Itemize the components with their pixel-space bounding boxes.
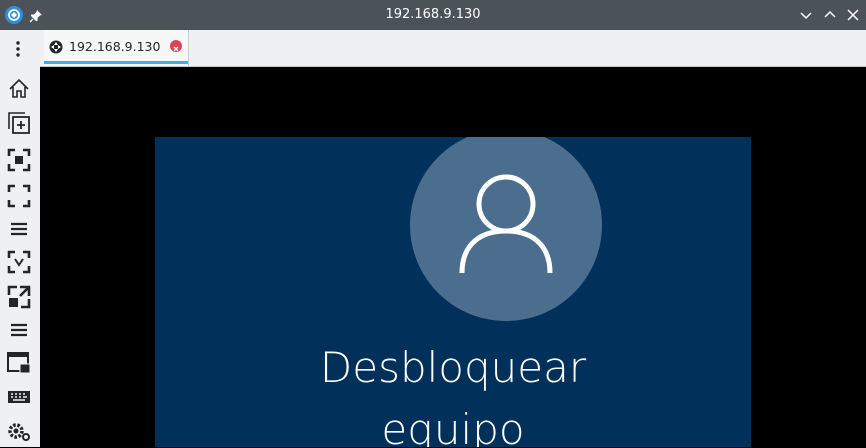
tab-close-icon[interactable] [170, 40, 182, 52]
menu-icon[interactable] [6, 216, 32, 242]
unlock-title-line2: equipo [381, 405, 525, 447]
new-window-icon[interactable] [6, 110, 32, 136]
user-avatar-icon [410, 137, 602, 321]
window-title: 192.168.9.130 [385, 7, 481, 22]
remote-connection-icon [49, 39, 63, 54]
keyboard-icon[interactable] [6, 384, 32, 410]
lock-screen[interactable]: Desbloquear equipo [155, 137, 751, 447]
fit-window-icon[interactable] [6, 147, 32, 173]
close-icon[interactable] [845, 7, 861, 23]
title-bar: 192.168.9.130 [0, 0, 866, 30]
grab-input-icon[interactable] [6, 350, 32, 376]
remote-toolbar [0, 66, 41, 447]
fullscreen-icon[interactable] [6, 183, 32, 209]
active-tab-indicator [44, 61, 188, 64]
tab-bar: 192.168.9.130 [0, 30, 866, 67]
menu-icon-2[interactable] [6, 317, 32, 343]
home-icon[interactable] [6, 76, 32, 102]
maximize-icon[interactable] [822, 7, 838, 23]
scale-icon[interactable] [6, 249, 32, 275]
tab-label: 192.168.9.130 [69, 39, 161, 54]
scaling-toggle-icon[interactable] [6, 284, 32, 310]
vertical-dots-icon[interactable] [9, 40, 27, 58]
tab-remote-connection[interactable]: 192.168.9.130 [44, 30, 189, 66]
unlock-title-line1: Desbloquear [319, 343, 587, 392]
settings-icon[interactable] [6, 418, 32, 444]
minimize-icon[interactable] [798, 7, 814, 23]
